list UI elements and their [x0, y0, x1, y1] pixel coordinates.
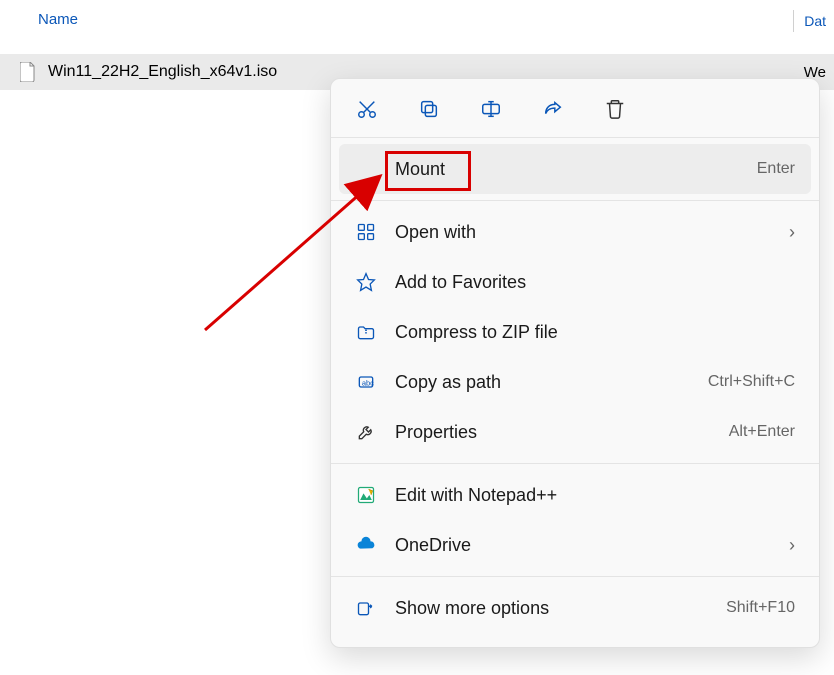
- menu-item-favorites[interactable]: Add to Favorites: [339, 257, 811, 307]
- column-header-name[interactable]: Name: [38, 11, 834, 28]
- cut-icon[interactable]: [355, 97, 379, 121]
- chevron-right-icon: ›: [789, 535, 795, 556]
- menu-label-more-options: Show more options: [395, 598, 726, 619]
- menu-item-compress[interactable]: Compress to ZIP file: [339, 307, 811, 357]
- column-header-row: Name: [0, 0, 834, 40]
- menu-label-notepadpp: Edit with Notepad++: [395, 485, 795, 506]
- quick-actions-bar: [331, 79, 819, 137]
- star-icon: [355, 271, 377, 293]
- rename-icon[interactable]: [479, 97, 503, 121]
- menu-item-more-options[interactable]: Show more options Shift+F10: [339, 583, 811, 633]
- share-icon[interactable]: [541, 97, 565, 121]
- menu-shortcut-mount: Enter: [757, 160, 795, 178]
- menu-shortcut-copy-path: Ctrl+Shift+C: [708, 373, 795, 391]
- open-with-icon: [355, 221, 377, 243]
- file-icon: [20, 62, 36, 82]
- column-header-date[interactable]: Dat: [793, 10, 834, 32]
- menu-label-favorites: Add to Favorites: [395, 272, 795, 293]
- wrench-icon: [355, 421, 377, 443]
- copy-path-icon: abc: [355, 371, 377, 393]
- onedrive-icon: [355, 534, 377, 556]
- zip-icon: [355, 321, 377, 343]
- context-menu: Mount Enter Open with › Add to Favorites…: [330, 78, 820, 648]
- menu-label-compress: Compress to ZIP file: [395, 322, 795, 343]
- svg-text:abc: abc: [362, 378, 374, 387]
- menu-label-onedrive: OneDrive: [395, 535, 789, 556]
- file-name: Win11_22H2_English_x64v1.iso: [48, 63, 277, 81]
- menu-section-2: Open with › Add to Favorites Compress to…: [331, 201, 819, 463]
- delete-icon[interactable]: [603, 97, 627, 121]
- menu-item-onedrive[interactable]: OneDrive ›: [339, 520, 811, 570]
- menu-label-open-with: Open with: [395, 222, 789, 243]
- menu-item-open-with[interactable]: Open with ›: [339, 207, 811, 257]
- menu-item-mount[interactable]: Mount Enter: [339, 144, 811, 194]
- menu-item-copy-path[interactable]: abc Copy as path Ctrl+Shift+C: [339, 357, 811, 407]
- menu-label-mount: Mount: [395, 159, 757, 180]
- menu-item-properties[interactable]: Properties Alt+Enter: [339, 407, 811, 457]
- notepadpp-icon: [355, 484, 377, 506]
- menu-shortcut-more-options: Shift+F10: [726, 599, 795, 617]
- menu-section-3: Edit with Notepad++ OneDrive ›: [331, 464, 819, 576]
- menu-label-properties: Properties: [395, 422, 729, 443]
- more-options-icon: [355, 597, 377, 619]
- menu-label-copy-path: Copy as path: [395, 372, 708, 393]
- menu-item-notepadpp[interactable]: Edit with Notepad++: [339, 470, 811, 520]
- menu-section-1: Mount Enter: [331, 138, 819, 200]
- menu-section-4: Show more options Shift+F10: [331, 577, 819, 639]
- chevron-right-icon: ›: [789, 222, 795, 243]
- menu-shortcut-properties: Alt+Enter: [729, 423, 795, 441]
- copy-icon[interactable]: [417, 97, 441, 121]
